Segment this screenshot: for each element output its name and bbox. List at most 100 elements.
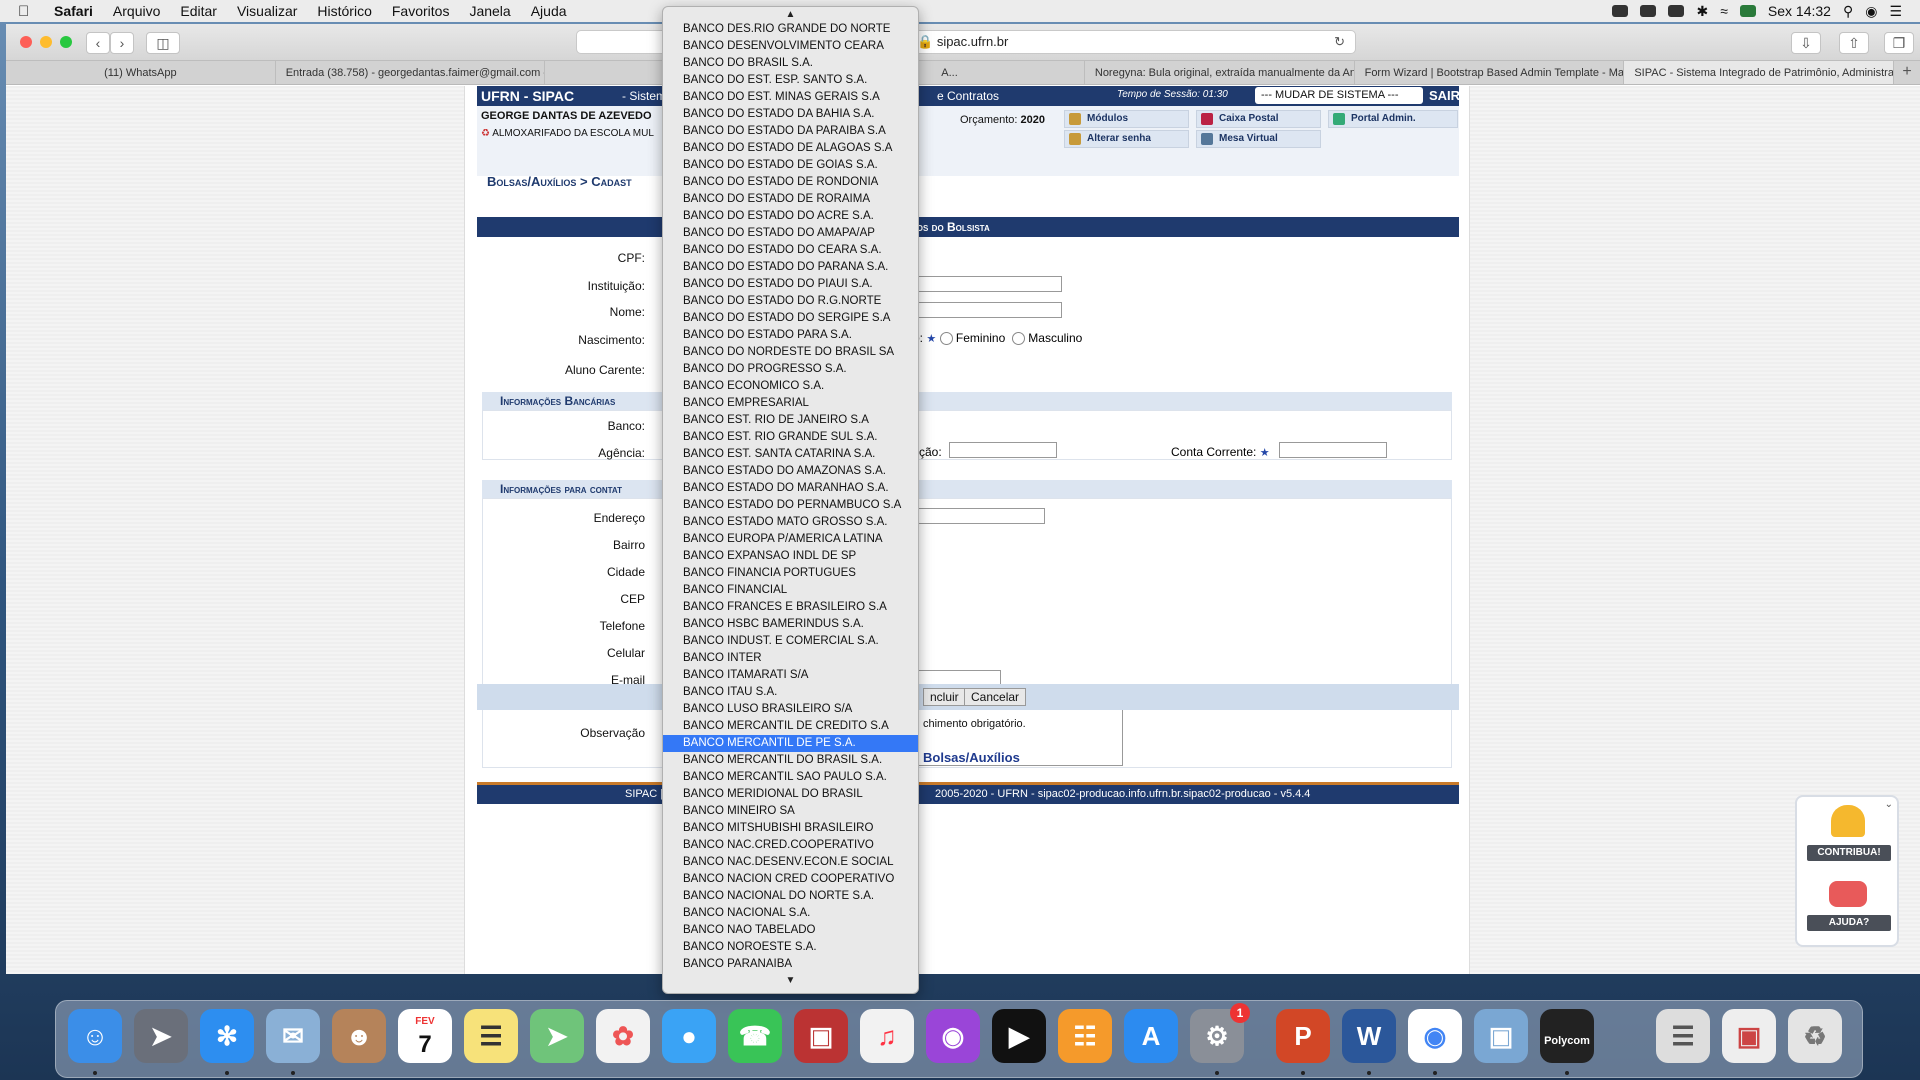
spotlight-search-icon[interactable]: ⚲ [1843, 3, 1853, 20]
notification-center-icon[interactable]: ☰ [1889, 3, 1902, 20]
bank-option[interactable]: BANCO DO PROGRESSO S.A. [663, 361, 918, 378]
podcasts-icon[interactable]: ◉ [926, 1009, 980, 1063]
bank-option[interactable]: BANCO DO ESTADO DE ALAGOAS S.A [663, 140, 918, 157]
bank-option[interactable]: BANCO MERCANTIL DE PE S.A. [663, 735, 918, 752]
apple-tv-icon[interactable]: ▶ [992, 1009, 1046, 1063]
conta-corrente-input[interactable] [1279, 442, 1387, 458]
gmail-icon[interactable] [1668, 5, 1685, 17]
bank-option[interactable]: BANCO NACION CRED COOPERATIVO [663, 871, 918, 888]
calendar-icon[interactable]: FEV 7 [398, 1009, 452, 1063]
tab-gmail[interactable]: Entrada (38.758) - georgedantas.faimer@g… [276, 61, 546, 84]
bank-option[interactable]: BANCO ESTADO DO AMAZONAS S.A. [663, 463, 918, 480]
apple-menu-icon[interactable]:  [18, 3, 38, 20]
finder-icon[interactable]: ☺ [68, 1009, 122, 1063]
notes-icon[interactable]: ☰ [464, 1009, 518, 1063]
bank-option[interactable]: BANCO DES.RIO GRANDE DO NORTE [663, 21, 918, 38]
powerpoint-icon[interactable]: P [1276, 1009, 1330, 1063]
nome-input[interactable] [915, 302, 1062, 318]
bank-option[interactable]: BANCO ESTADO DO PERNAMBUCO S.A [663, 497, 918, 514]
bank-option[interactable]: BANCO DO ESTADO DA BAHIA S.A. [663, 106, 918, 123]
bell-icon[interactable] [1831, 805, 1865, 837]
bank-option[interactable]: BANCO ITAU S.A. [663, 684, 918, 701]
documents-folder-icon[interactable]: ☰ [1656, 1009, 1710, 1063]
bank-option[interactable]: BANCO DO ESTADO DO PIAUI S.A. [663, 276, 918, 293]
facetime-icon[interactable]: ☎ [728, 1009, 782, 1063]
switch-system-select[interactable]: --- MUDAR DE SISTEMA --- [1255, 87, 1423, 104]
bank-option[interactable]: BANCO DO ESTADO DO PARANA S.A. [663, 259, 918, 276]
bank-option[interactable]: BANCO EST. SANTA CATARINA S.A. [663, 446, 918, 463]
bank-option[interactable]: BANCO NACIONAL DO NORTE S.A. [663, 888, 918, 905]
menu-arquivo[interactable]: Arquivo [113, 3, 160, 19]
chrome-icon[interactable]: ◉ [1408, 1009, 1462, 1063]
bank-option[interactable]: BANCO DO ESTADO DO AMAPA/AP [663, 225, 918, 242]
word-icon[interactable]: W [1342, 1009, 1396, 1063]
new-tab-button[interactable]: + [1894, 61, 1920, 84]
zoom-window-icon[interactable] [60, 36, 72, 48]
menu-ajuda[interactable]: Ajuda [531, 3, 567, 19]
bank-option[interactable]: BANCO EST. RIO DE JANEIRO S.A [663, 412, 918, 429]
bank-option[interactable]: BANCO EMPRESARIAL [663, 395, 918, 412]
back-arrow-icon[interactable]: ‹ [86, 32, 110, 54]
bank-option[interactable]: BANCO INDUST. E COMERCIAL S.A. [663, 633, 918, 650]
tab-form-wizard[interactable]: Form Wizard | Bootstrap Based Admin Temp… [1355, 61, 1625, 84]
menu-app-name[interactable]: Safari [54, 3, 93, 19]
modules-button[interactable]: Módulos [1064, 110, 1189, 128]
tab-sipac[interactable]: SIPAC - Sistema Integrado de Patrimônio,… [1624, 61, 1895, 84]
bank-option[interactable]: BANCO FINANCIA PORTUGUES [663, 565, 918, 582]
tab-whatsapp[interactable]: (11) WhatsApp [6, 61, 276, 84]
bank-option[interactable]: BANCO DO NORDESTE DO BRASIL SA [663, 344, 918, 361]
scroll-down-arrow-icon[interactable]: ▼ [663, 973, 918, 987]
bank-option[interactable]: BANCO DESENVOLVIMENTO CEARA [663, 38, 918, 55]
bank-option[interactable]: BANCO DO EST. MINAS GERAIS S.A [663, 89, 918, 106]
bank-option[interactable]: BANCO MERCANTIL DE CREDITO S.A [663, 718, 918, 735]
back-link[interactable]: Bolsas/Auxílios [923, 750, 1020, 765]
bank-option[interactable]: BANCO ESTADO DO MARANHAO S.A. [663, 480, 918, 497]
siri-icon[interactable]: ◉ [1865, 3, 1877, 20]
tab-noregyna[interactable]: Noregyna: Bula original, extraída manual… [1085, 61, 1355, 84]
bank-option[interactable]: BANCO ESTADO MATO GROSSO S.A. [663, 514, 918, 531]
masculino-radio[interactable] [1011, 332, 1025, 346]
app-store-icon[interactable]: A [1124, 1009, 1178, 1063]
bank-option[interactable]: BANCO DO ESTADO DE RORAIMA [663, 191, 918, 208]
bank-option[interactable]: BANCO DO ESTADO DO ACRE S.A. [663, 208, 918, 225]
bank-option[interactable]: BANCO DO EST. ESP. SANTO S.A. [663, 72, 918, 89]
bank-option[interactable]: BANCO MITSHUBISHI BRASILEIRO [663, 820, 918, 837]
cloud-icon[interactable] [1640, 5, 1657, 17]
preview-icon[interactable]: ▣ [1474, 1009, 1528, 1063]
bank-option[interactable]: BANCO FRANCES E BRASILEIRO S.A [663, 599, 918, 616]
show-tabs-icon[interactable]: ❐ [1884, 32, 1914, 54]
photo-booth-icon[interactable]: ▣ [794, 1009, 848, 1063]
music-icon[interactable]: ♫ [860, 1009, 914, 1063]
bank-option[interactable]: BANCO NAC.DESENV.ECON.E SOCIAL [663, 854, 918, 871]
instituicao-input[interactable] [915, 276, 1062, 292]
clock[interactable]: Sex 14:32 [1768, 3, 1831, 19]
downloads-icon[interactable]: ⇩ [1791, 32, 1821, 54]
minimize-window-icon[interactable] [40, 36, 52, 48]
close-window-icon[interactable] [20, 36, 32, 48]
menu-janela[interactable]: Janela [469, 3, 510, 19]
maps-icon[interactable]: ➤ [530, 1009, 584, 1063]
wifi-icon[interactable]: ≈ [1720, 3, 1728, 19]
change-password-button[interactable]: Alterar senha [1064, 130, 1189, 148]
sidebar-toggle-icon[interactable]: ◫ [146, 32, 180, 54]
bank-option[interactable]: BANCO INTER [663, 650, 918, 667]
include-button[interactable]: ncluir [923, 688, 966, 706]
feminino-radio[interactable] [939, 332, 953, 346]
bank-option[interactable]: BANCO EUROPA P/AMERICA LATINA [663, 531, 918, 548]
contribute-button[interactable]: CONTRIBUA! [1807, 845, 1891, 861]
bank-option[interactable]: BANCO DO ESTADO DE GOIAS S.A. [663, 157, 918, 174]
mailbox-button[interactable]: Caixa Postal [1196, 110, 1321, 128]
bank-option[interactable]: BANCO NAO TABELADO [663, 922, 918, 939]
bank-option[interactable]: BANCO MINEIRO SA [663, 803, 918, 820]
bank-option[interactable]: BANCO ECONOMICO S.A. [663, 378, 918, 395]
logout-link[interactable]: SAIR [1429, 88, 1460, 103]
menu-editar[interactable]: Editar [180, 3, 217, 19]
bluetooth-icon[interactable]: ✱ [1696, 3, 1708, 20]
messages-icon[interactable]: ● [662, 1009, 716, 1063]
bank-option[interactable]: BANCO DO ESTADO DE RONDONIA [663, 174, 918, 191]
system-preferences-icon[interactable]: ⚙ 1 [1190, 1003, 1250, 1063]
bank-option[interactable]: BANCO FINANCIAL [663, 582, 918, 599]
bank-option[interactable]: BANCO EST. RIO GRANDE SUL S.A. [663, 429, 918, 446]
bank-option[interactable]: BANCO DO ESTADO DO SERGIPE S.A [663, 310, 918, 327]
endereco-input[interactable] [915, 508, 1045, 524]
